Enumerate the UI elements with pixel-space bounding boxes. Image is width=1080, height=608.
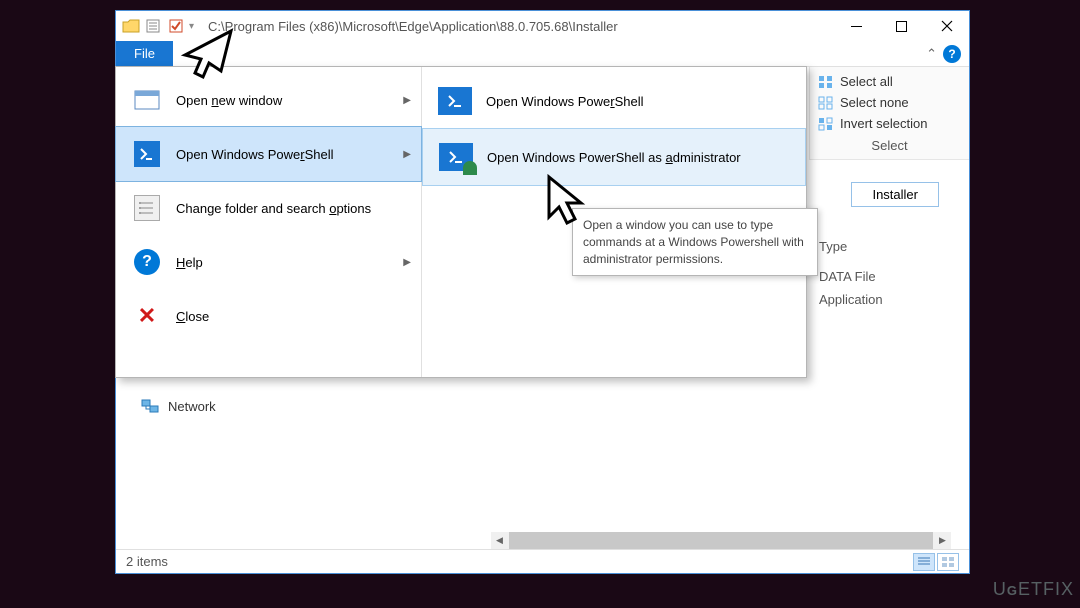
scroll-thumb[interactable] [509,532,933,549]
open-ps-admin-label: Open Windows PowerShell as administrator [487,150,741,165]
invert-selection-button[interactable]: Invert selection [818,113,961,134]
select-ribbon-group: Select all Select none Invert selection … [809,67,969,160]
select-none-label: Select none [840,95,909,110]
submenu-arrow-icon: ▶ [403,257,411,268]
open-ps-label: Open Windows PowerShell [486,94,644,109]
new-window-icon [134,87,160,113]
close-item[interactable]: ✕ Close [116,289,421,343]
properties-icon[interactable] [143,16,163,36]
select-none-button[interactable]: Select none [818,92,961,113]
type-column-header[interactable]: Type [819,239,939,254]
watermark: UGETFIX [993,579,1074,600]
invert-selection-label: Invert selection [840,116,927,131]
network-icon [140,398,160,414]
maximize-button[interactable] [879,11,924,41]
file-tab[interactable]: File [116,41,173,67]
minimize-button[interactable] [834,11,879,41]
select-all-label: Select all [840,74,893,89]
chevron-up-icon[interactable]: ⌃ [926,46,937,62]
close-menu-icon: ✕ [134,303,160,329]
titlebar: ▾ C:\Program Files (x86)\Microsoft\Edge\… [116,11,969,41]
powershell-admin-icon [439,143,473,171]
help-item[interactable]: ? Help ▶ [116,235,421,289]
open-new-window-item[interactable]: Open new window ▶ [116,73,421,127]
status-bar: 2 items [116,549,969,573]
open-ps-admin-submenu-item[interactable]: Open Windows PowerShell as administrator [422,128,806,186]
thumbnails-view-icon[interactable] [937,553,959,571]
item-count: 2 items [126,554,168,569]
close-window-button[interactable] [924,11,969,41]
submenu-arrow-icon: ▶ [403,95,411,106]
ribbon-tabs: File ⌃ ? [116,41,969,67]
help-icon[interactable]: ? [943,45,961,63]
row-type: Application [819,292,939,307]
horizontal-scrollbar[interactable]: ◀ ▶ [491,532,951,549]
close-label: Close [176,309,403,324]
scroll-right-icon[interactable]: ▶ [934,532,951,549]
invert-selection-icon [818,117,834,131]
row-type: DATA File [819,269,939,284]
checkbox-qat-icon[interactable] [166,16,186,36]
powershell-icon [438,87,472,115]
scroll-left-icon[interactable]: ◀ [491,532,508,549]
select-all-button[interactable]: Select all [818,71,961,92]
change-options-item[interactable]: Change folder and search options [116,181,421,235]
open-powershell-label: Open Windows PowerShell [176,147,403,162]
select-all-icon [818,75,834,89]
select-group-label: Select [818,134,961,153]
submenu-arrow-icon: ▶ [403,149,411,160]
network-label: Network [168,399,216,414]
sidebar-item-network[interactable]: Network [140,398,216,414]
open-ps-submenu-item[interactable]: Open Windows PowerShell [422,73,806,129]
breadcrumb-tail[interactable]: Installer [851,182,939,207]
folder-icon [122,18,140,34]
options-icon [134,195,160,221]
help-menu-icon: ? [134,249,160,275]
tooltip: Open a window you can use to type comman… [572,208,818,276]
file-menu-left: Open new window ▶ Open Windows PowerShel… [116,67,422,377]
change-options-label: Change folder and search options [176,201,403,216]
powershell-icon [134,141,160,167]
open-new-window-label: Open new window [176,93,403,108]
help-label: Help [176,255,403,270]
select-none-icon [818,96,834,110]
window-title-path: C:\Program Files (x86)\Microsoft\Edge\Ap… [200,19,834,34]
details-view-icon[interactable] [913,553,935,571]
open-powershell-item[interactable]: Open Windows PowerShell ▶ [115,126,422,182]
